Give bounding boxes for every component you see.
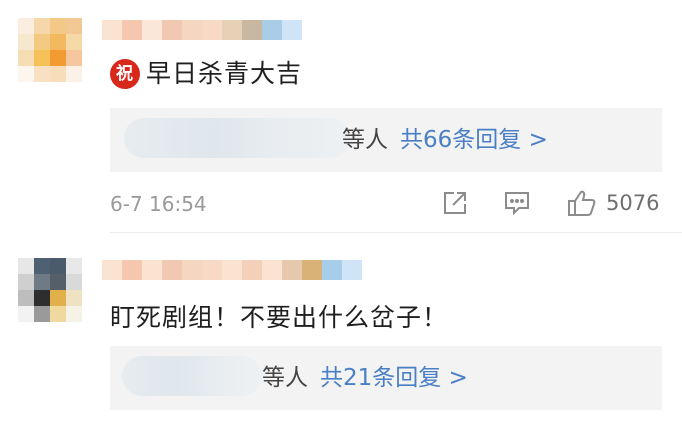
name-pixel — [262, 260, 282, 280]
avatar-pixel — [50, 274, 66, 290]
share-icon[interactable] — [440, 188, 470, 218]
avatar[interactable] — [18, 258, 82, 322]
comment-actions: 5076 — [440, 188, 670, 220]
comment-icon[interactable] — [502, 188, 532, 218]
comment-body: 盯死剧组！不要出什么岔子！ — [110, 303, 449, 332]
avatar-pixel — [34, 274, 50, 290]
comment-item: 祝早日杀青大吉 等人 共66条回复 > 6-7 16:54 5076 — [0, 0, 682, 232]
blurred-names — [124, 118, 350, 158]
name-pixel — [282, 20, 302, 40]
view-replies-link[interactable]: 共21条回复 > — [320, 365, 468, 391]
avatar-pixel — [66, 34, 82, 50]
avatar-pixel — [50, 34, 66, 50]
comment-item: 盯死剧组！不要出什么岔子！ 等人 共21条回复 > — [0, 236, 682, 424]
avatar-pixel — [18, 18, 34, 34]
name-pixel — [302, 260, 322, 280]
avatar-pixel — [18, 50, 34, 66]
avatar-pixel — [34, 290, 50, 306]
name-pixel — [182, 20, 202, 40]
thumbs-up-icon — [568, 190, 596, 216]
avatar-pixel — [34, 66, 50, 82]
name-pixel — [102, 260, 122, 280]
badge-icon: 祝 — [110, 59, 140, 89]
reply-summary: 等人 共21条回复 > — [262, 362, 468, 394]
replies-preview[interactable]: 等人 共66条回复 > — [110, 108, 662, 172]
avatar-pixel — [50, 290, 66, 306]
avatar-pixel — [66, 306, 82, 322]
divider — [110, 232, 682, 233]
username-blurred[interactable] — [102, 260, 362, 280]
name-pixel — [122, 20, 142, 40]
like-button[interactable]: 5076 — [566, 188, 659, 218]
name-pixel — [282, 260, 302, 280]
avatar-pixel — [34, 18, 50, 34]
name-pixel — [222, 260, 242, 280]
avatar-pixel — [66, 274, 82, 290]
name-pixel — [202, 260, 222, 280]
name-pixel — [262, 20, 282, 40]
avatar-pixel — [66, 50, 82, 66]
username-blurred[interactable] — [102, 20, 302, 40]
avatar-pixel — [50, 66, 66, 82]
avatar-pixel — [34, 34, 50, 50]
name-pixel — [182, 260, 202, 280]
avatar-pixel — [18, 290, 34, 306]
like-count: 5076 — [606, 191, 660, 215]
avatar-pixel — [66, 66, 82, 82]
reply-summary: 等人 共66条回复 > — [342, 124, 548, 156]
avatar-pixel — [34, 306, 50, 322]
comment-text: 祝早日杀青大吉 — [110, 58, 302, 90]
name-pixel — [142, 20, 162, 40]
avatar-pixel — [50, 306, 66, 322]
avatar-pixel — [34, 50, 50, 66]
name-pixel — [162, 260, 182, 280]
avatar-pixel — [66, 290, 82, 306]
name-pixel — [122, 260, 142, 280]
name-pixel — [222, 20, 242, 40]
name-pixel — [242, 20, 262, 40]
avatar-pixel — [18, 258, 34, 274]
avatar[interactable] — [18, 18, 82, 82]
avatar-pixel — [50, 18, 66, 34]
reply-users-label: 等人 — [262, 365, 308, 391]
view-replies-link[interactable]: 共66条回复 > — [400, 127, 548, 153]
name-pixel — [142, 260, 162, 280]
avatar-pixel — [18, 274, 34, 290]
avatar-pixel — [18, 306, 34, 322]
name-pixel — [102, 20, 122, 40]
avatar-pixel — [34, 258, 50, 274]
name-pixel — [342, 260, 362, 280]
reply-users-label: 等人 — [342, 127, 388, 153]
name-pixel — [242, 260, 262, 280]
avatar-pixel — [18, 66, 34, 82]
comment-body: 早日杀青大吉 — [146, 59, 303, 88]
avatar-pixel — [50, 258, 66, 274]
replies-preview[interactable]: 等人 共21条回复 > — [110, 346, 662, 410]
avatar-pixel — [66, 258, 82, 274]
name-pixel — [162, 20, 182, 40]
blurred-names — [122, 356, 262, 396]
avatar-pixel — [18, 34, 34, 50]
name-pixel — [202, 20, 222, 40]
name-pixel — [322, 260, 342, 280]
avatar-pixel — [66, 18, 82, 34]
avatar-pixel — [50, 50, 66, 66]
timestamp: 6-7 16:54 — [110, 192, 207, 216]
